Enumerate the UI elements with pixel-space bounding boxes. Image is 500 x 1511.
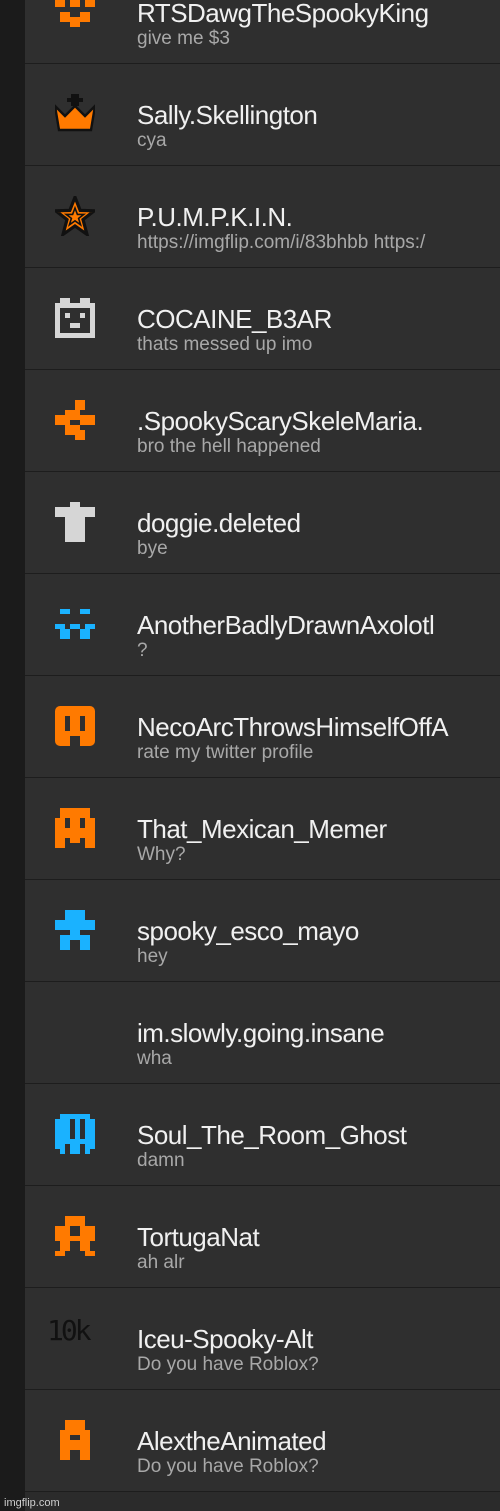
last-message: Do you have Roblox? xyxy=(137,1354,319,1375)
user-name: Soul_The_Room_Ghost xyxy=(137,1120,407,1150)
list-item[interactable]: Soul_The_Room_Ghost damn xyxy=(25,1084,500,1186)
orange-star-icon xyxy=(55,196,95,236)
list-item[interactable]: im.slowly.going.insane wha xyxy=(25,982,500,1084)
list-item[interactable]: spooky_esco_mayo hey xyxy=(25,880,500,982)
cyan-pixel-ghost-icon xyxy=(55,1114,95,1154)
last-message: ? xyxy=(137,640,148,661)
list-item[interactable]: AnotherBadlyDrawnAxolotl ? xyxy=(25,574,500,676)
last-message: https://imgflip.com/i/83bhbb https:/ xyxy=(137,232,426,253)
cyan-pixel-alien-icon xyxy=(55,910,95,950)
user-name: AnotherBadlyDrawnAxolotl xyxy=(137,610,435,640)
orange-pixel-ghost-icon xyxy=(55,808,95,848)
last-message: bye xyxy=(137,538,168,559)
last-message: cya xyxy=(137,130,167,151)
user-name: TortugaNat xyxy=(137,1222,260,1252)
user-name: Sally.Skellington xyxy=(137,100,318,130)
last-message: bro the hell happened xyxy=(137,436,321,457)
list-item[interactable]: That_Mexican_Memer Why? xyxy=(25,778,500,880)
orange-pixel-letter-a-icon xyxy=(55,1420,95,1460)
last-message: ah alr xyxy=(137,1252,185,1273)
watermark: imgflip.com xyxy=(4,1497,60,1509)
last-message: thats messed up imo xyxy=(137,334,313,355)
user-name: im.slowly.going.insane xyxy=(137,1018,385,1048)
user-message-list[interactable]: RTSDawgTheSpookyKing give me $3 Sally.Sk… xyxy=(25,0,500,1492)
gray-pixel-face-icon xyxy=(55,298,95,338)
last-message: Why? xyxy=(137,844,186,865)
user-name: NecoArcThrowsHimselfOffA xyxy=(137,712,449,742)
user-name: spooky_esco_mayo xyxy=(137,916,359,946)
10k-text-icon: 10k xyxy=(47,1314,92,1347)
list-item[interactable]: doggie.deleted bye xyxy=(25,472,500,574)
list-item[interactable]: NecoArcThrowsHimselfOffA rate my twitter… xyxy=(25,676,500,778)
user-name: .SpookyScarySkeleMaria. xyxy=(137,406,424,436)
list-item[interactable]: Sally.Skellington cya xyxy=(25,64,500,166)
last-message: hey xyxy=(137,946,168,967)
cyan-pixel-face-icon xyxy=(55,604,95,644)
list-item[interactable]: COCAINE_B3AR thats messed up imo xyxy=(25,268,500,370)
orange-pixel-creature-icon xyxy=(55,400,95,440)
gray-shirt-icon xyxy=(55,502,95,542)
user-name: RTSDawgTheSpookyKing xyxy=(137,0,429,28)
orange-crown-icon xyxy=(55,94,95,134)
last-message: damn xyxy=(137,1150,185,1171)
user-name: That_Mexican_Memer xyxy=(137,814,387,844)
last-message: Do you have Roblox? xyxy=(137,1456,319,1477)
list-item[interactable]: AlextheAnimated Do you have Roblox? xyxy=(25,1390,500,1492)
left-edge-strip xyxy=(0,0,25,1511)
user-name: doggie.deleted xyxy=(137,508,301,538)
orange-pixel-creature-icon xyxy=(55,0,95,32)
orange-pixel-face-icon xyxy=(55,706,95,746)
list-item[interactable]: TortugaNat ah alr xyxy=(25,1186,500,1288)
user-name: P.U.M.P.K.I.N. xyxy=(137,202,293,232)
orange-pixel-turtle-icon xyxy=(55,1216,95,1256)
list-item[interactable]: RTSDawgTheSpookyKing give me $3 xyxy=(25,0,500,64)
list-item[interactable]: .SpookyScarySkeleMaria. bro the hell hap… xyxy=(25,370,500,472)
last-message: wha xyxy=(137,1048,172,1069)
last-message: give me $3 xyxy=(137,28,230,49)
list-item[interactable]: 10k Iceu-Spooky-Alt Do you have Roblox? xyxy=(25,1288,500,1390)
user-name: Iceu-Spooky-Alt xyxy=(137,1324,314,1354)
list-item[interactable]: P.U.M.P.K.I.N. https://imgflip.com/i/83b… xyxy=(25,166,500,268)
user-name: COCAINE_B3AR xyxy=(137,304,332,334)
user-name: AlextheAnimated xyxy=(137,1426,327,1456)
last-message: rate my twitter profile xyxy=(137,742,314,763)
